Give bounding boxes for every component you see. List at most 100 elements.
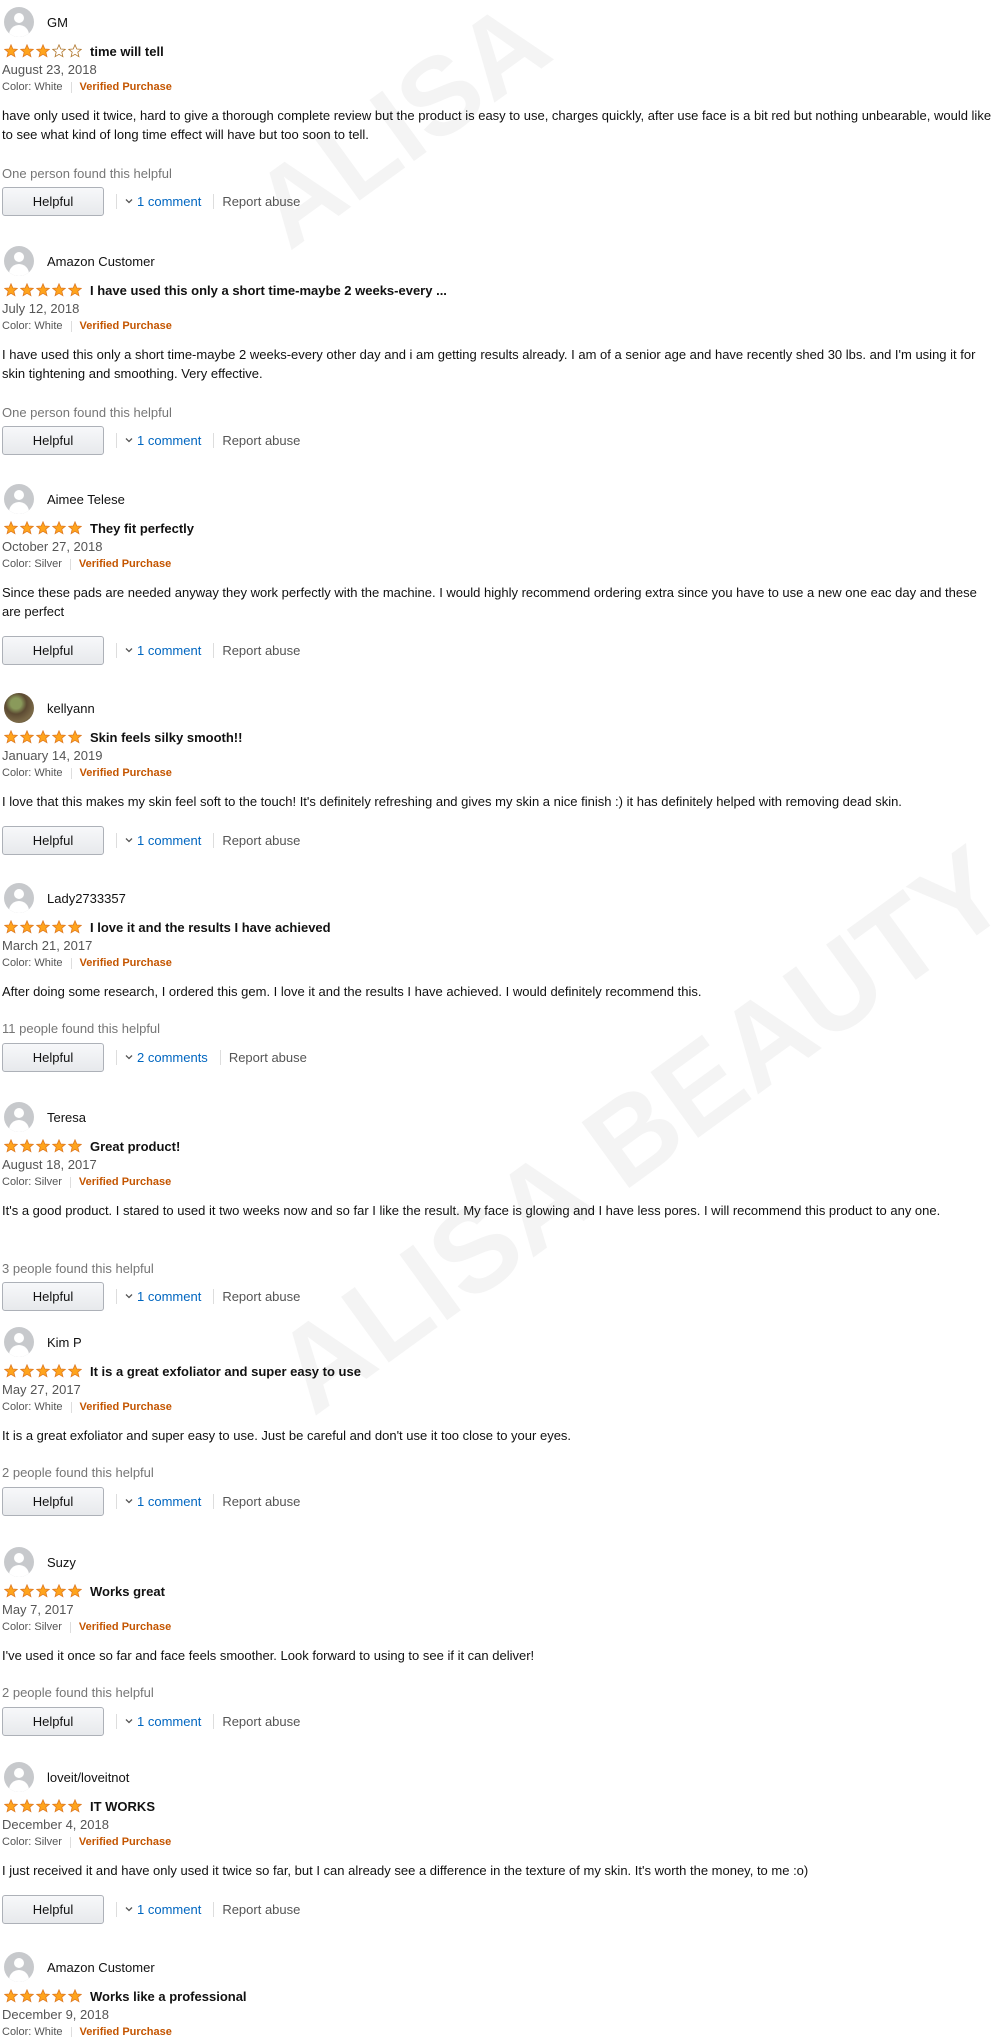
variant-color[interactable]: Color: White bbox=[2, 2026, 63, 2037]
report-abuse-link[interactable]: Report abuse bbox=[222, 433, 300, 448]
comments-toggle[interactable]: 1 comment bbox=[125, 1289, 201, 1304]
report-abuse-link[interactable]: Report abuse bbox=[222, 194, 300, 209]
comments-link[interactable]: 1 comment bbox=[137, 1902, 201, 1917]
verified-purchase-badge: Verified Purchase bbox=[78, 1836, 172, 1848]
comments-link[interactable]: 1 comment bbox=[137, 194, 201, 209]
review-title-line: It is a great exfoliator and super easy … bbox=[4, 1362, 361, 1380]
report-abuse-link[interactable]: Report abuse bbox=[222, 1289, 300, 1304]
action-divider bbox=[116, 832, 117, 848]
helpful-button[interactable]: Helpful bbox=[2, 1894, 104, 1924]
review-author[interactable]: Lady2733357 bbox=[4, 882, 126, 914]
helpful-button[interactable]: Helpful bbox=[2, 1042, 104, 1072]
avatar bbox=[4, 7, 34, 37]
comments-link[interactable]: 1 comment bbox=[137, 833, 201, 848]
variant-color[interactable]: Color: Silver bbox=[2, 1836, 62, 1848]
star-filled-icon bbox=[52, 1989, 66, 2003]
star-filled-icon bbox=[4, 1364, 18, 1378]
comments-toggle[interactable]: 1 comment bbox=[125, 833, 201, 848]
review-title[interactable]: IT WORKS bbox=[90, 1799, 155, 1814]
review-author[interactable]: Suzy bbox=[4, 1546, 76, 1578]
action-divider bbox=[219, 1049, 221, 1065]
review-actions: Helpful 1 comment Report abuse bbox=[2, 1281, 300, 1311]
review-title[interactable]: I love it and the results I have achieve… bbox=[90, 920, 331, 935]
action-divider bbox=[213, 193, 215, 209]
review-body: I have used this only a short time-maybe… bbox=[2, 347, 976, 381]
variant-color[interactable]: Color: White bbox=[2, 957, 63, 969]
report-abuse-link[interactable]: Report abuse bbox=[222, 643, 300, 658]
review-title[interactable]: I have used this only a short time-maybe… bbox=[90, 283, 447, 298]
review-title-line: Works great bbox=[4, 1582, 165, 1600]
helpful-button[interactable]: Helpful bbox=[2, 1281, 104, 1311]
verified-purchase-badge: Verified Purchase bbox=[78, 1176, 172, 1188]
review-title[interactable]: time will tell bbox=[90, 44, 164, 59]
review-title[interactable]: It is a great exfoliator and super easy … bbox=[90, 1364, 361, 1379]
review-title[interactable]: Works great bbox=[90, 1584, 165, 1599]
review-author[interactable]: Amazon Customer bbox=[4, 1951, 155, 1983]
review-date: January 14, 2019 bbox=[2, 748, 103, 763]
review-author[interactable]: Aimee Telese bbox=[4, 483, 125, 515]
review-actions: Helpful 1 comment Report abuse bbox=[2, 825, 300, 855]
review-meta: Color: White Verified Purchase bbox=[2, 81, 172, 93]
helpful-button[interactable]: Helpful bbox=[2, 425, 104, 455]
review-title[interactable]: Skin feels silky smooth!! bbox=[90, 730, 242, 745]
star-rating bbox=[4, 1584, 84, 1598]
review-title[interactable]: Great product! bbox=[90, 1139, 180, 1154]
report-abuse-link[interactable]: Report abuse bbox=[222, 1714, 300, 1729]
helpful-button[interactable]: Helpful bbox=[2, 635, 104, 665]
comments-link[interactable]: 1 comment bbox=[137, 1289, 201, 1304]
review-item: Kim P It is a great exfoliator and super… bbox=[0, 1326, 1000, 1556]
review-meta: Color: White Verified Purchase bbox=[2, 767, 172, 779]
review-title[interactable]: Works like a professional bbox=[90, 1989, 247, 2004]
report-abuse-link[interactable]: Report abuse bbox=[222, 1902, 300, 1917]
comments-link[interactable]: 1 comment bbox=[137, 433, 201, 448]
review-author[interactable]: Amazon Customer bbox=[4, 245, 155, 277]
report-abuse-link[interactable]: Report abuse bbox=[222, 833, 300, 848]
helpful-button[interactable]: Helpful bbox=[2, 186, 104, 216]
helpful-button[interactable]: Helpful bbox=[2, 1706, 104, 1736]
action-divider bbox=[116, 193, 117, 209]
review-title-line: Great product! bbox=[4, 1137, 180, 1155]
helpful-button[interactable]: Helpful bbox=[2, 1486, 104, 1516]
comments-toggle[interactable]: 1 comment bbox=[125, 194, 201, 209]
variant-color[interactable]: Color: White bbox=[2, 1401, 63, 1413]
review-author[interactable]: GM bbox=[4, 6, 68, 38]
comments-toggle[interactable]: 1 comment bbox=[125, 1494, 201, 1509]
review-author[interactable]: kellyann bbox=[4, 692, 95, 724]
action-divider bbox=[213, 1901, 215, 1917]
avatar bbox=[4, 1547, 34, 1577]
review-body: I've used it once so far and face feels … bbox=[2, 1648, 535, 1663]
helpful-button[interactable]: Helpful bbox=[2, 825, 104, 855]
variant-color[interactable]: Color: Silver bbox=[2, 1176, 62, 1188]
star-empty-icon bbox=[52, 44, 66, 58]
variant-color[interactable]: Color: White bbox=[2, 81, 63, 93]
review-title[interactable]: They fit perfectly bbox=[90, 521, 194, 536]
review-meta: Color: White Verified Purchase bbox=[2, 2026, 172, 2037]
comments-link[interactable]: 2 comments bbox=[137, 1050, 208, 1065]
comments-toggle[interactable]: 1 comment bbox=[125, 643, 201, 658]
comments-link[interactable]: 1 comment bbox=[137, 1494, 201, 1509]
variant-color[interactable]: Color: Silver bbox=[2, 1621, 62, 1633]
review-author[interactable]: loveit/loveitnot bbox=[4, 1761, 129, 1793]
review-item: Suzy Works great May 7, 2017 Color: Silv… bbox=[0, 1546, 1000, 1776]
comments-toggle[interactable]: 1 comment bbox=[125, 1714, 201, 1729]
meta-divider bbox=[69, 1836, 71, 1848]
comments-link[interactable]: 1 comment bbox=[137, 643, 201, 658]
variant-color[interactable]: Color: White bbox=[2, 767, 63, 779]
review-author[interactable]: Kim P bbox=[4, 1326, 82, 1358]
review-item: Amazon Customer I have used this only a … bbox=[0, 245, 1000, 475]
report-abuse-link[interactable]: Report abuse bbox=[229, 1050, 307, 1065]
comments-toggle[interactable]: 2 comments bbox=[125, 1050, 208, 1065]
review-date: October 27, 2018 bbox=[2, 539, 103, 554]
report-abuse-link[interactable]: Report abuse bbox=[222, 1494, 300, 1509]
variant-color[interactable]: Color: Silver bbox=[2, 558, 62, 570]
comments-toggle[interactable]: 1 comment bbox=[125, 433, 201, 448]
comments-link[interactable]: 1 comment bbox=[137, 1714, 201, 1729]
star-filled-icon bbox=[52, 1584, 66, 1598]
comments-toggle[interactable]: 1 comment bbox=[125, 1902, 201, 1917]
review-date: July 12, 2018 bbox=[2, 301, 80, 316]
review-author[interactable]: Teresa bbox=[4, 1101, 86, 1133]
star-filled-icon bbox=[68, 1584, 82, 1598]
star-filled-icon bbox=[20, 1139, 34, 1153]
action-divider bbox=[213, 432, 215, 448]
variant-color[interactable]: Color: White bbox=[2, 320, 63, 332]
